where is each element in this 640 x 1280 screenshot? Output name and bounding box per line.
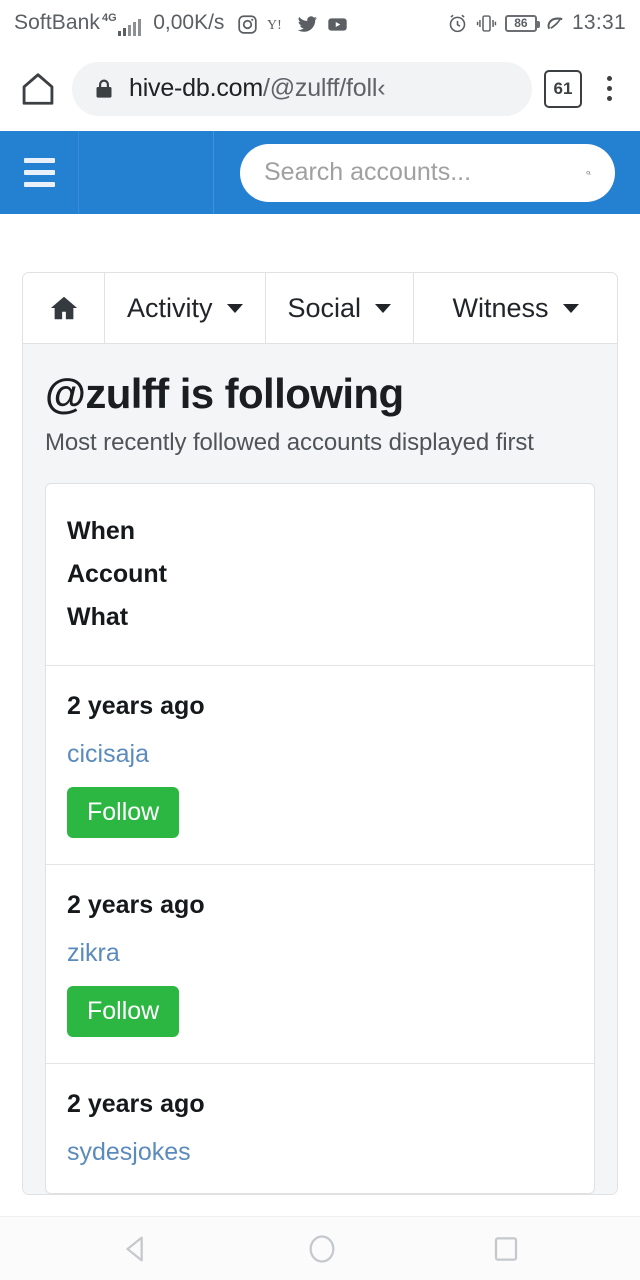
network-type-badge: 4G — [101, 12, 117, 35]
hamburger-icon — [23, 158, 55, 163]
address-bar[interactable]: hive-db.com/@zulff/foll‹ — [72, 61, 532, 116]
status-bar-right: 86 13:31 — [447, 11, 626, 35]
row-account-link[interactable]: zikra — [67, 939, 573, 968]
column-header-what: What — [67, 603, 129, 632]
home-circle-icon[interactable] — [305, 1232, 339, 1266]
tab-witness[interactable]: Witness — [414, 273, 617, 343]
tab-social-label: Social — [287, 292, 362, 323]
hamburger-icon — [23, 182, 55, 187]
tab-count-label: 61 — [553, 78, 573, 98]
follow-button[interactable]: Follow — [67, 986, 180, 1037]
carrier-label: SoftBank — [14, 11, 101, 34]
row-when: 2 years ago — [67, 891, 205, 920]
network-type-label: 4G — [102, 12, 117, 24]
clock-label: 13:31 — [571, 11, 626, 34]
page-title: @zulff is following — [45, 370, 404, 417]
row-account-link[interactable]: cicisaja — [67, 740, 573, 769]
page-subtitle: Most recently followed accounts displaye… — [45, 429, 534, 457]
search-input[interactable] — [264, 158, 586, 187]
alarm-icon — [449, 14, 466, 32]
page-body: Activity Social Witness @zulff is follow… — [0, 214, 640, 1224]
search-container — [240, 143, 615, 202]
tab-social[interactable]: Social — [266, 273, 415, 343]
chevron-down-icon — [375, 303, 392, 313]
browser-toolbar: hive-db.com/@zulff/foll‹ 61 — [0, 46, 640, 131]
page-top-spacer — [22, 214, 618, 272]
home-icon — [22, 72, 54, 105]
table-header-row: When Account What — [46, 484, 594, 667]
content-card: Activity Social Witness @zulff is follow… — [22, 272, 618, 1195]
youtube-icon — [328, 18, 348, 31]
twitter-icon — [298, 16, 318, 32]
search-icon[interactable] — [586, 156, 591, 190]
tab-activity-label: Activity — [127, 292, 213, 323]
notification-icons: Y! — [237, 14, 348, 35]
hamburger-menu-button[interactable] — [0, 158, 78, 187]
tab-activity[interactable]: Activity — [105, 273, 266, 343]
url-path: /@zulff/foll‹ — [262, 74, 386, 102]
tab-switcher-button[interactable]: 61 — [544, 69, 582, 108]
follow-button[interactable]: Follow — [67, 787, 180, 839]
table-row: 2 years ago cicisaja Follow — [46, 666, 594, 866]
android-nav-bar — [0, 1216, 640, 1280]
kebab-menu-icon — [606, 76, 612, 81]
android-status-bar: SoftBank 4G 0,00K/s Y! 86 13:31 — [0, 0, 640, 46]
status-bar-left: SoftBank 4G 0,00K/s Y! — [14, 11, 447, 36]
kebab-menu-icon — [606, 86, 612, 91]
header-divider — [213, 131, 214, 214]
header-divider — [78, 131, 79, 214]
nav-tab-bar: Activity Social Witness — [23, 273, 617, 344]
battery-icon: 86 — [504, 14, 540, 32]
home-icon — [50, 296, 77, 320]
power-saving-leaf-icon — [547, 16, 563, 29]
hamburger-icon — [23, 170, 55, 175]
chevron-down-icon — [226, 303, 243, 313]
recents-square-icon[interactable] — [491, 1234, 521, 1264]
following-table: When Account What 2 years ago cicisaja F… — [45, 483, 595, 1194]
signal-strength-icon — [117, 19, 142, 36]
row-account-link[interactable]: sydesjokes — [67, 1138, 573, 1167]
tab-home[interactable] — [23, 273, 105, 343]
url-domain: hive-db.com — [129, 74, 263, 102]
tab-witness-label: Witness — [452, 292, 549, 323]
table-row: 2 years ago sydesjokes — [46, 1064, 594, 1193]
back-triangle-icon[interactable] — [119, 1232, 153, 1266]
search-box[interactable] — [240, 143, 615, 202]
url-text: hive-db.com/@zulff/foll‹ — [129, 74, 385, 103]
vibrate-icon — [476, 14, 497, 32]
svg-text:Y!: Y! — [267, 18, 282, 33]
row-when: 2 years ago — [67, 692, 205, 721]
column-header-account: Account — [67, 560, 167, 589]
data-speed-label: 0,00K/s — [153, 11, 225, 34]
yahoo-icon: Y! — [267, 18, 282, 33]
kebab-menu-icon — [606, 96, 612, 101]
site-header — [0, 131, 640, 214]
table-row: 2 years ago zikra Follow — [46, 865, 594, 1064]
browser-home-button[interactable] — [16, 67, 60, 111]
row-when: 2 years ago — [67, 1089, 205, 1118]
instagram-icon — [238, 15, 258, 34]
browser-menu-button[interactable] — [594, 76, 624, 101]
chevron-down-icon — [562, 303, 579, 313]
column-header-when: When — [67, 517, 136, 546]
content-panel: @zulff is following Most recently follow… — [23, 344, 617, 1194]
lock-icon — [96, 79, 112, 98]
battery-level-label: 86 — [514, 16, 528, 30]
